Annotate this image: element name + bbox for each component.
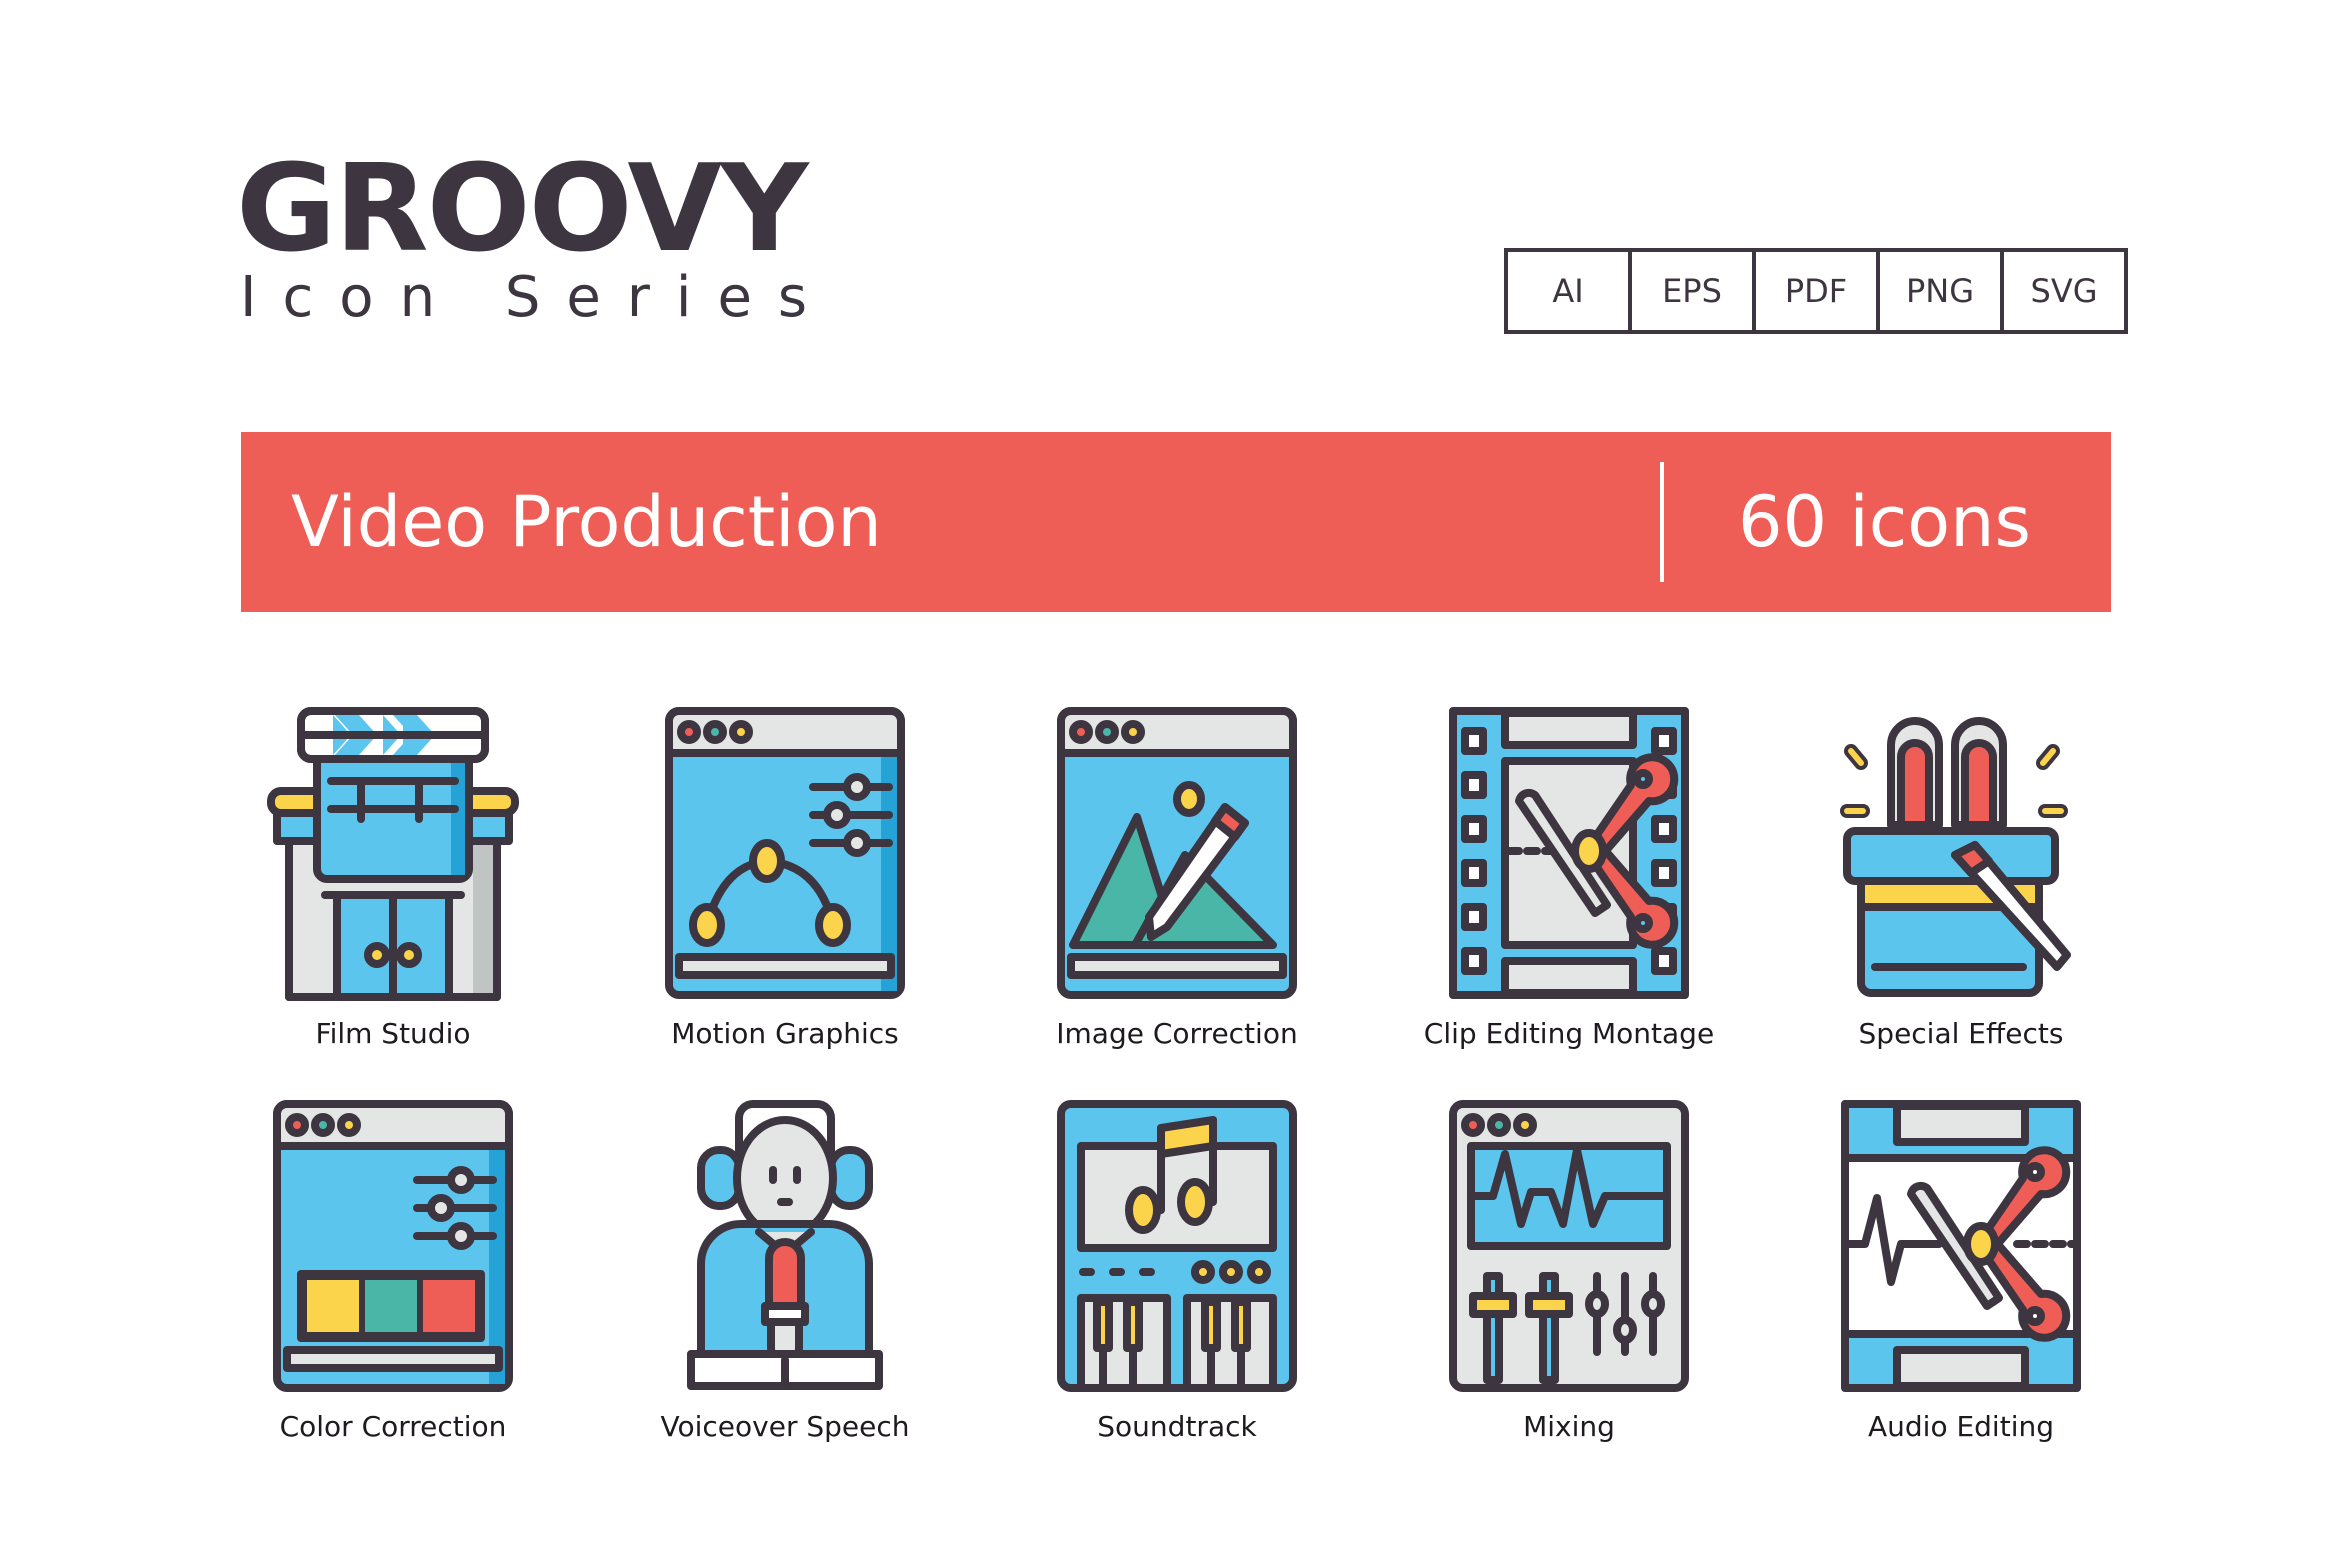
icon-tile-special-effects: Special Effects xyxy=(1781,705,2141,1105)
icon-count: 60 icons xyxy=(1738,481,2031,563)
icon-tile-audio-editing: Audio Editing xyxy=(1781,1098,2141,1498)
icon-label: Clip Editing Montage xyxy=(1423,1017,1715,1050)
motion-graphics-icon xyxy=(665,707,905,999)
icon-tile-soundtrack: Soundtrack xyxy=(997,1098,1357,1498)
audio-editing-icon xyxy=(1841,1100,2081,1392)
brand-subtitle: Icon Series xyxy=(240,265,834,330)
icon-tile-clip-editing-montage: Clip Editing Montage xyxy=(1389,705,1749,1105)
brand-title: GROOVY xyxy=(236,140,809,279)
icon-label: Color Correction xyxy=(279,1410,507,1443)
icon-label: Film Studio xyxy=(315,1017,471,1050)
format-ai: AI xyxy=(1508,252,1632,330)
format-svg: SVG xyxy=(2030,272,2098,310)
icon-tile-voiceover-speech: Voiceover Speech xyxy=(605,1098,965,1498)
icon-tile-mixing: Mixing xyxy=(1389,1098,1749,1498)
icon-label: Special Effects xyxy=(1858,1017,2064,1050)
icon-label: Image Correction xyxy=(1056,1017,1298,1050)
category-title: Video Production xyxy=(291,481,882,563)
format-pdf: PDF xyxy=(1756,252,1880,330)
banner-divider xyxy=(1660,462,1664,582)
image-correction-icon xyxy=(1057,707,1297,999)
color-correction-icon xyxy=(273,1100,513,1392)
icon-label: Soundtrack xyxy=(1097,1410,1257,1443)
icon-tile-motion-graphics: Motion Graphics xyxy=(605,705,965,1105)
special-effects-icon xyxy=(1840,717,2071,997)
mixing-icon xyxy=(1449,1100,1689,1392)
icon-tile-color-correction: Color Correction xyxy=(213,1098,573,1498)
icon-label: Audio Editing xyxy=(1867,1410,2054,1443)
icon-label: Voiceover Speech xyxy=(660,1410,910,1443)
format-png: PNG xyxy=(1880,252,2004,330)
format-list: AI EPS PDF PNG SVG xyxy=(1504,248,2128,334)
clip-editing-montage-icon xyxy=(1449,707,1689,999)
format-eps: EPS xyxy=(1632,252,1756,330)
icon-label: Motion Graphics xyxy=(671,1017,899,1050)
category-banner: Video Production 60 icons xyxy=(241,432,2111,612)
icon-label: Mixing xyxy=(1523,1410,1615,1443)
soundtrack-icon xyxy=(1057,1100,1297,1392)
film-studio-icon xyxy=(267,707,519,1001)
icon-tile-film-studio: Film Studio xyxy=(213,705,573,1105)
voiceover-speech-icon xyxy=(687,1100,883,1390)
icon-tile-image-correction: Image Correction xyxy=(997,705,1357,1105)
